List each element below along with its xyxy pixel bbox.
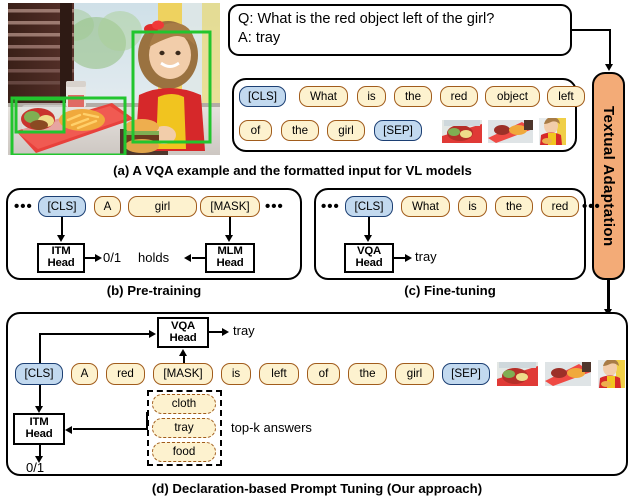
panel-d-token-mask[interactable]: [MASK] (153, 363, 213, 385)
panel-b-itm-output: 0/1 (103, 250, 122, 265)
caption-panel-a: (a) A VQA example and the formatted inpu… (113, 163, 472, 178)
panel-d-token-the[interactable]: the (348, 363, 387, 385)
panel-b-itm-head-line2: Head (47, 257, 75, 269)
panel-d-token-is[interactable]: is (221, 363, 251, 385)
thumb-salad (442, 120, 482, 143)
panel-d-itm-output: 0/1 (26, 460, 45, 475)
qa-answer: A: tray (238, 29, 281, 46)
panel-d-thumb-tray (545, 362, 591, 386)
panel-d-topk-label: top-k answers (231, 420, 312, 435)
caption-panel-c: (c) Fine-tuning (404, 283, 496, 298)
panel-c-token-cls[interactable]: [CLS] (345, 196, 393, 217)
panel-d-cls-to-vqa-arrowhead (149, 330, 156, 339)
token-what[interactable]: What (299, 86, 348, 107)
panel-d-vqa-head-line2: Head (169, 331, 197, 344)
panel-c-token-what[interactable]: What (401, 196, 450, 217)
panel-b-cls-to-itm-arrowhead (57, 235, 66, 242)
token-the-2[interactable]: the (281, 120, 319, 141)
panel-d-token-red[interactable]: red (106, 363, 145, 385)
panel-d-thumb-salad (497, 362, 538, 386)
thumb-tray (488, 120, 533, 143)
panel-d-token-of[interactable]: of (307, 363, 340, 385)
panel-d-cls-down-arrowhead (35, 406, 44, 413)
panel-d-vqa-output: tray (233, 323, 255, 338)
caption-panel-d: (d) Declaration-based Prompt Tuning (Our… (151, 481, 483, 496)
vqa-example-photo (8, 3, 220, 155)
panel-b-token-a[interactable]: A (94, 196, 121, 217)
panel-d-itm-head[interactable]: ITM Head (13, 413, 65, 445)
panel-d-vqa-head[interactable]: VQA Head (157, 317, 209, 348)
panel-c-ellipsis-left: ••• (321, 198, 340, 215)
panel-b-ellipsis-left: ••• (14, 198, 33, 215)
panel-b-mask-to-mlm-arrowhead (225, 235, 234, 242)
panel-b-token-girl[interactable]: girl (128, 196, 197, 217)
panel-c-vqa-out-arrowhead (405, 253, 412, 262)
panel-b-itm-out-arrowhead (95, 253, 102, 262)
panel-d-cls-up-line (38, 333, 41, 363)
panel-d-topk-to-itm-arrowhead (65, 425, 72, 434)
panel-c-vqa-head[interactable]: VQA Head (344, 243, 394, 273)
panel-d-token-cls[interactable]: [CLS] (15, 363, 63, 385)
panel-b-mlm-output: holds (138, 250, 170, 265)
qa-to-adaptation-line-v (608, 29, 612, 66)
panel-b-ellipsis-right: ••• (265, 198, 284, 215)
panel-c-cls-to-vqa-line (367, 217, 370, 237)
panel-b-token-cls[interactable]: [CLS] (38, 196, 86, 217)
panel-d-box (6, 312, 628, 476)
panel-d-vqa-out-arrowhead (222, 327, 229, 336)
qa-question: Q: What is the red object left of the gi… (238, 11, 495, 27)
panel-d-topk-tray[interactable]: tray (152, 418, 216, 438)
token-sep[interactable]: [SEP] (374, 120, 422, 141)
panel-b-token-mask[interactable]: [MASK] (200, 196, 260, 217)
panel-c-token-the[interactable]: the (495, 196, 533, 217)
panel-c-cls-to-vqa-arrowhead (364, 235, 373, 242)
token-left[interactable]: left (547, 86, 585, 107)
thumb-girl (539, 118, 566, 145)
panel-d-token-left[interactable]: left (259, 363, 299, 385)
token-girl[interactable]: girl (327, 120, 365, 141)
panel-b-mask-to-mlm-line (228, 217, 231, 237)
panel-c-token-red[interactable]: red (541, 196, 579, 217)
qa-box: Q: What is the red object left of the gi… (228, 4, 572, 56)
token-is[interactable]: is (357, 86, 386, 107)
panel-d-topk-cloth[interactable]: cloth (152, 394, 216, 414)
panel-b-mlm-out-line (192, 257, 205, 260)
token-object[interactable]: object (485, 86, 540, 107)
panel-c-ellipsis-right: ••• (582, 198, 601, 215)
qa-to-adaptation-arrowhead (605, 64, 614, 71)
caption-panel-b: (b) Pre-training (106, 283, 202, 298)
token-red[interactable]: red (440, 86, 478, 107)
panel-d-itm-head-line2: Head (25, 428, 53, 440)
textual-adaptation-label: Textual Adaptation (600, 105, 617, 247)
panel-b-cls-to-itm-line (60, 217, 63, 237)
panel-b-mlm-head-line2: Head (216, 257, 244, 269)
panel-c-vqa-head-line2: Head (355, 257, 383, 269)
panel-d-token-a[interactable]: A (71, 363, 98, 385)
panel-b-mlm-out-arrowhead (184, 253, 191, 262)
panel-b-mlm-head[interactable]: MLM Head (205, 243, 255, 273)
panel-d-topk-to-itm-h-line (73, 428, 147, 431)
panel-d-thumb-girl (598, 360, 625, 388)
panel-d-mask-up-arrowhead (179, 349, 188, 356)
panel-d-vqa-head-line1: VQA (170, 319, 196, 332)
adaptation-to-d-line (607, 280, 610, 311)
panel-c-vqa-output: tray (415, 249, 437, 264)
token-cls[interactable]: [CLS] (239, 86, 286, 107)
token-of[interactable]: of (239, 120, 272, 141)
token-the-1[interactable]: the (394, 86, 432, 107)
panel-c-token-is[interactable]: is (458, 196, 487, 217)
qa-to-adaptation-line-h (572, 29, 611, 32)
textual-adaptation-bar: Textual Adaptation (592, 72, 625, 280)
panel-d-token-sep[interactable]: [SEP] (442, 363, 490, 385)
panel-d-topk-food[interactable]: food (152, 442, 216, 462)
panel-d-token-girl[interactable]: girl (395, 363, 434, 385)
panel-d-cls-to-vqa-h-line (38, 333, 152, 336)
panel-b-itm-head[interactable]: ITM Head (37, 243, 85, 273)
